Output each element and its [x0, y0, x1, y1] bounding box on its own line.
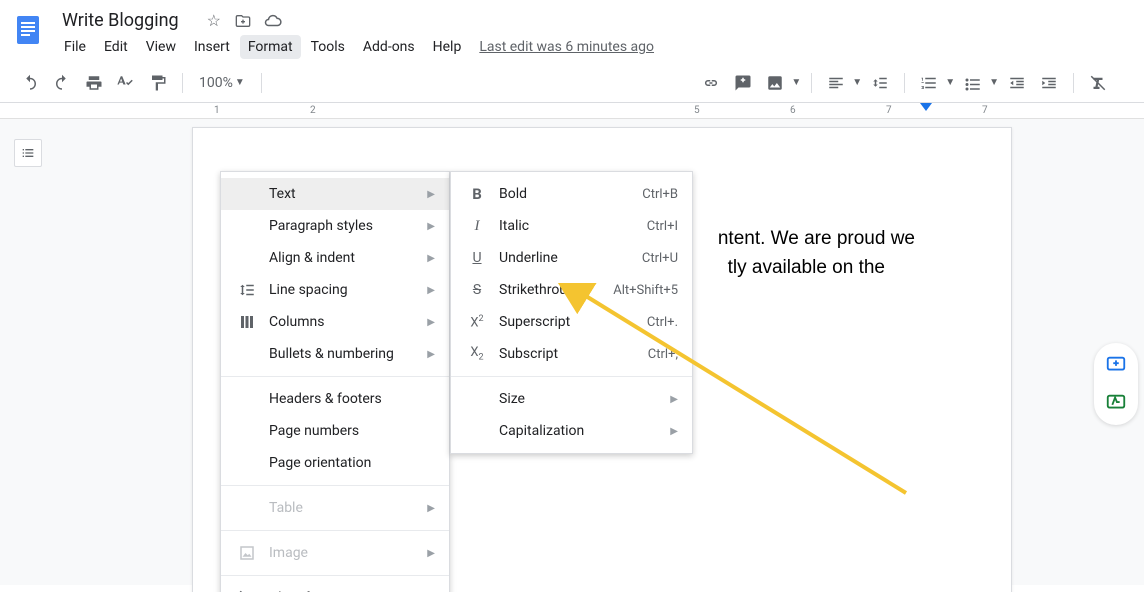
submenu-bold[interactable]: BBoldCtrl+B	[451, 178, 692, 210]
spellcheck-button[interactable]	[112, 69, 140, 97]
menu-page-orientation[interactable]: Page orientation	[221, 447, 449, 479]
menu-addons[interactable]: Add-ons	[355, 35, 423, 59]
toolbar-separator	[261, 73, 262, 93]
submenu-underline[interactable]: UUnderlineCtrl+U	[451, 242, 692, 274]
align-button[interactable]	[822, 69, 850, 97]
outdent-button[interactable]	[1003, 69, 1031, 97]
menu-page-numbers[interactable]: Page numbers	[221, 415, 449, 447]
image-icon	[235, 544, 259, 562]
menu-line-spacing[interactable]: Line spacing▶	[221, 274, 449, 306]
bold-icon: B	[465, 185, 489, 203]
menu-columns[interactable]: Columns▶	[221, 306, 449, 338]
paint-format-button[interactable]	[144, 69, 172, 97]
ruler-tick: 5	[694, 105, 700, 116]
move-icon[interactable]	[235, 11, 255, 30]
dropdown-arrow-icon[interactable]: ▼	[852, 77, 862, 88]
menu-file[interactable]: File	[56, 35, 94, 59]
ruler-tick: 7	[982, 105, 988, 116]
outline-toggle-button[interactable]	[14, 139, 42, 167]
submenu-superscript[interactable]: X2SuperscriptCtrl+.	[451, 306, 692, 338]
menu-view[interactable]: View	[138, 35, 184, 59]
menu-separator	[221, 485, 449, 486]
add-comment-button[interactable]	[729, 69, 757, 97]
menu-image[interactable]: Image▶	[221, 537, 449, 569]
toolbar-separator	[182, 73, 183, 93]
ruler-indent-marker[interactable]	[920, 103, 932, 111]
toolbar-separator	[904, 73, 905, 93]
star-icon[interactable]: ☆	[207, 11, 221, 30]
last-edit-link[interactable]: Last edit was 6 minutes ago	[479, 35, 654, 59]
superscript-icon: X2	[465, 314, 489, 330]
underline-icon: U	[465, 250, 489, 266]
dropdown-arrow-icon[interactable]: ▼	[945, 77, 955, 88]
italic-icon: I	[465, 218, 489, 235]
undo-button[interactable]	[16, 69, 44, 97]
ruler-tick: 6	[790, 105, 796, 116]
toolbar-separator	[1073, 73, 1074, 93]
ruler-tick: 2	[310, 105, 316, 116]
submenu-italic[interactable]: IItalicCtrl+I	[451, 210, 692, 242]
add-comment-bubble[interactable]	[1098, 351, 1134, 379]
submenu-capitalization[interactable]: Capitalization▶	[451, 415, 692, 447]
insert-link-button[interactable]	[697, 69, 725, 97]
menu-help[interactable]: Help	[425, 35, 470, 59]
text-line-1: ntent. We are proud we	[718, 228, 915, 249]
strikethrough-icon: S	[465, 282, 489, 298]
menu-headers-footers[interactable]: Headers & footers	[221, 383, 449, 415]
text-line-2: tly available on the	[728, 253, 885, 282]
menu-table[interactable]: Table▶	[221, 492, 449, 524]
suggest-edits-bubble[interactable]	[1098, 389, 1134, 417]
submenu-strikethrough[interactable]: SStrikethroughAlt+Shift+5	[451, 274, 692, 306]
cloud-status-icon[interactable]	[264, 11, 282, 30]
submenu-subscript[interactable]: X2SubscriptCtrl+,	[451, 338, 692, 370]
indent-button[interactable]	[1035, 69, 1063, 97]
clear-formatting-button[interactable]	[1084, 69, 1112, 97]
menu-paragraph-styles[interactable]: Paragraph styles▶	[221, 210, 449, 242]
columns-icon	[235, 313, 259, 331]
insert-image-button[interactable]	[761, 69, 789, 97]
dropdown-arrow-icon[interactable]: ▼	[989, 77, 999, 88]
text-submenu-popup: BBoldCtrl+B IItalicCtrl+I UUnderlineCtrl…	[450, 171, 693, 454]
redo-button[interactable]	[48, 69, 76, 97]
zoom-select[interactable]: 100%▼	[193, 75, 251, 91]
menu-bullets-numbering[interactable]: Bullets & numbering▶	[221, 338, 449, 370]
ruler-tick: 1	[214, 105, 220, 116]
docs-logo[interactable]	[8, 10, 48, 50]
app-header: Write Blogging ☆ File Edit View Insert F…	[0, 0, 1144, 59]
ruler[interactable]: 1 2 5 6 7 7	[0, 103, 1144, 119]
ruler-tick: 7	[886, 105, 892, 116]
menu-separator	[451, 376, 692, 377]
menu-separator	[221, 530, 449, 531]
menu-clear-formatting[interactable]: Clear formattingCtrl+\	[221, 582, 449, 592]
numbered-list-button[interactable]	[915, 69, 943, 97]
document-viewport: 1 2 5 6 7 7 ntent. We are proud we tly a…	[0, 103, 1144, 585]
toolbar: 100%▼ ▼ ▼ ▼ ▼	[0, 63, 1144, 103]
subscript-icon: X2	[465, 345, 489, 363]
line-spacing-icon	[235, 281, 259, 299]
title-actions: ☆	[197, 11, 283, 31]
print-button[interactable]	[80, 69, 108, 97]
menu-text[interactable]: Text▶	[221, 178, 449, 210]
menu-separator	[221, 376, 449, 377]
menu-tools[interactable]: Tools	[303, 35, 353, 59]
line-spacing-button[interactable]	[866, 69, 894, 97]
document-title[interactable]: Write Blogging	[56, 8, 185, 33]
menu-separator	[221, 575, 449, 576]
menu-align-indent[interactable]: Align & indent▶	[221, 242, 449, 274]
menu-insert[interactable]: Insert	[186, 35, 238, 59]
explore-panel	[1094, 343, 1138, 425]
menu-format[interactable]: Format	[240, 35, 301, 59]
menu-edit[interactable]: Edit	[96, 35, 136, 59]
submenu-size[interactable]: Size▶	[451, 383, 692, 415]
menubar: File Edit View Insert Format Tools Add-o…	[48, 35, 654, 59]
dropdown-arrow-icon[interactable]: ▼	[791, 77, 801, 88]
format-menu-popup: Text▶ Paragraph styles▶ Align & indent▶ …	[220, 171, 450, 592]
toolbar-separator	[811, 73, 812, 93]
bulleted-list-button[interactable]	[959, 69, 987, 97]
